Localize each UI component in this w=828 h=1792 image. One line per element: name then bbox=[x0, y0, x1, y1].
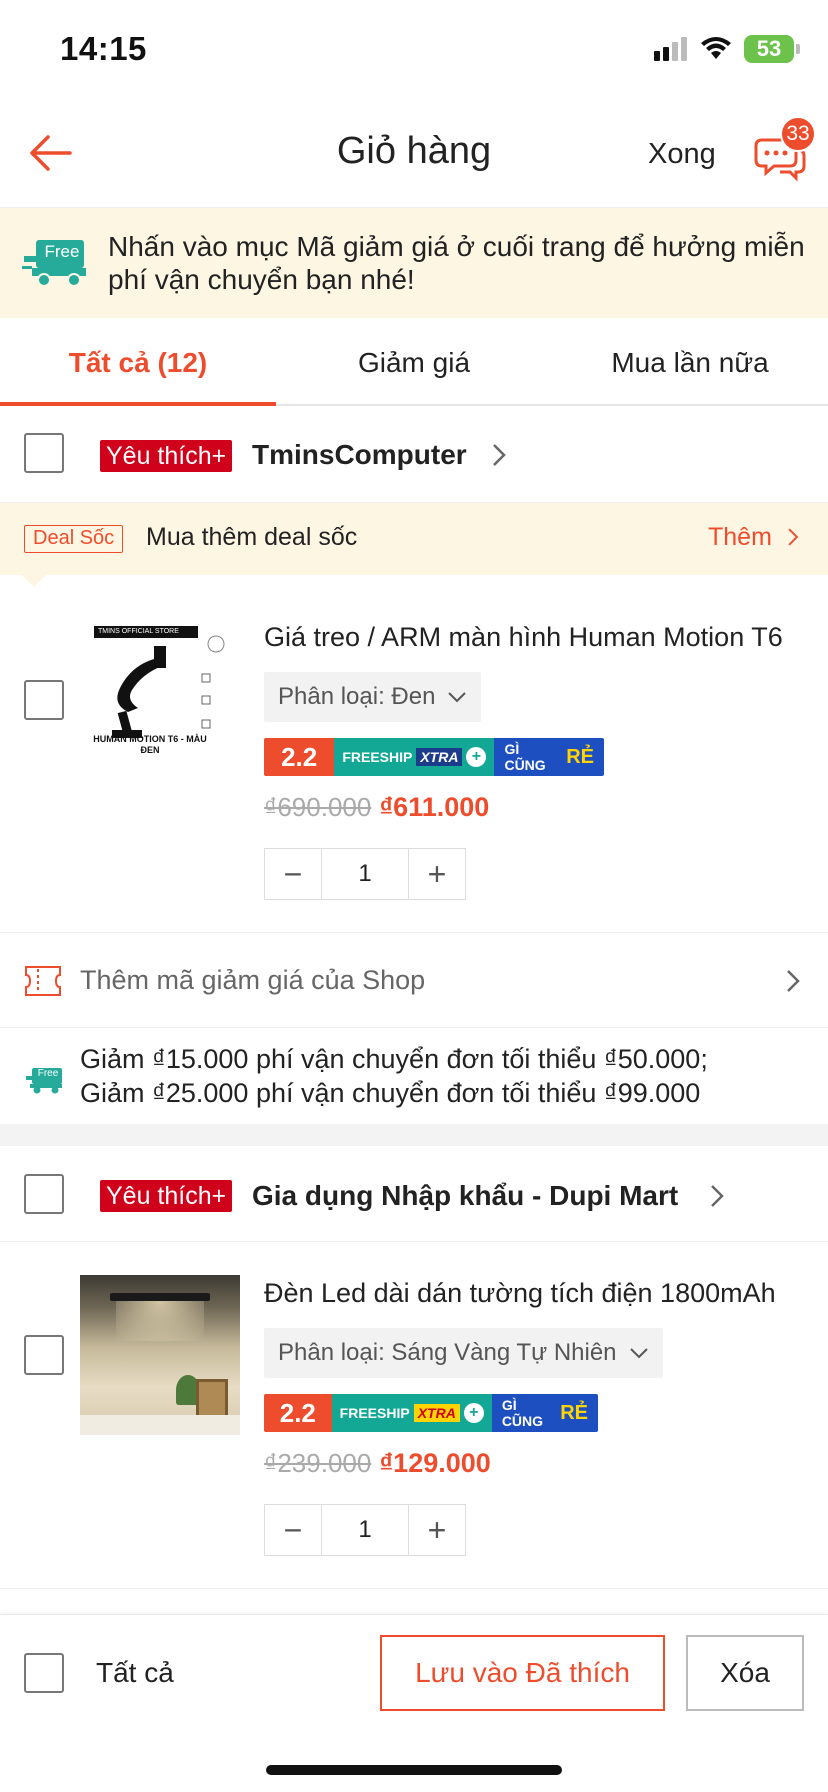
free-shipping-banner[interactable]: Free Nhấn vào mục Mã giảm giá ở cuối tra… bbox=[0, 208, 828, 318]
quantity-stepper: − 1 + bbox=[264, 1504, 466, 1556]
free-badge-text: Free bbox=[37, 1068, 59, 1079]
shop-name[interactable]: Gia dụng Nhập khẩu - Dupi Mart bbox=[252, 1180, 678, 1212]
quantity-value[interactable]: 1 bbox=[321, 849, 409, 899]
plus-icon: + bbox=[466, 747, 487, 767]
quantity-stepper: − 1 + bbox=[264, 848, 466, 900]
price-original: ₫239.000 bbox=[264, 1448, 372, 1478]
status-time: 14:15 bbox=[60, 30, 147, 67]
deal-bar[interactable]: Deal Sốc Mua thêm deal sốc Thêm bbox=[0, 503, 828, 587]
promo-freeship: FREESHIP XTRA + bbox=[331, 1394, 492, 1432]
promo-cheap-word: RẺ bbox=[566, 745, 594, 768]
banner-text: Nhấn vào mục Mã giảm giá ở cuối trang để… bbox=[108, 231, 805, 295]
shop-row[interactable]: Yêu thích+ TminsComputer bbox=[0, 407, 828, 503]
status-icons: 53 bbox=[654, 34, 800, 64]
monitor-arm-illustration bbox=[112, 635, 225, 738]
divider bbox=[0, 1588, 828, 1589]
product-checkbox[interactable] bbox=[24, 680, 64, 720]
shipping-line-2: Giảm ₫25.000 phí vận chuyển đơn tối thiể… bbox=[80, 1078, 701, 1108]
chevron-right-icon[interactable] bbox=[708, 1182, 726, 1210]
price-current: ₫129.000 bbox=[379, 1448, 491, 1478]
tab-discount[interactable]: Giảm giá bbox=[276, 320, 552, 404]
select-all-checkbox[interactable] bbox=[24, 1653, 64, 1693]
free-shipping-truck-icon: Free bbox=[22, 236, 88, 288]
shop-checkbox[interactable] bbox=[24, 1174, 64, 1214]
pointer-notch bbox=[22, 575, 46, 587]
product-checkbox[interactable] bbox=[24, 1335, 64, 1375]
lamp-bar bbox=[110, 1293, 210, 1301]
promo-xtra-label: XTRA bbox=[416, 748, 463, 766]
shop-voucher-row[interactable]: Thêm mã giảm giá của Shop bbox=[0, 932, 828, 1028]
promo-freeship-label: FREESHIP bbox=[342, 749, 413, 765]
chevron-right-icon[interactable] bbox=[784, 967, 802, 995]
chat-badge: 33 bbox=[780, 116, 816, 152]
product-image-caption: HUMAN MOTION T6 - MÀU ĐEN bbox=[93, 734, 207, 755]
price-current: ₫611.000 bbox=[379, 792, 490, 822]
price-row: ₫239.000 ₫129.000 bbox=[264, 1448, 491, 1479]
plus-icon: + bbox=[463, 1403, 484, 1423]
product-name[interactable]: Đèn Led dài dán tường tích điện 1800mAh bbox=[264, 1278, 794, 1309]
shipping-discount-text: Giảm ₫15.000 phí vận chuyển đơn tối thiể… bbox=[80, 1042, 708, 1110]
tab-buy-again[interactable]: Mua lần nữa bbox=[552, 320, 828, 404]
delete-button[interactable]: Xóa bbox=[686, 1635, 804, 1711]
free-shipping-truck-icon: Free bbox=[24, 1066, 64, 1094]
product-image[interactable]: TMINS OFFICIAL STORE HUMAN MOTION T6 - M… bbox=[82, 618, 240, 766]
chevron-right-icon[interactable] bbox=[786, 525, 800, 549]
chevron-down-icon bbox=[629, 1348, 648, 1359]
promo-banner: 2.2 FREESHIP XTRA + GÌ CŨNG RẺ bbox=[264, 1394, 598, 1432]
shipping-discount-row: Free Giảm ₫15.000 phí vận chuyển đơn tối… bbox=[0, 1028, 828, 1124]
save-to-favorites-button[interactable]: Lưu vào Đã thích bbox=[380, 1635, 665, 1711]
battery-icon: 53 bbox=[744, 35, 800, 63]
quantity-value[interactable]: 1 bbox=[321, 1505, 409, 1555]
promo-xtra-label: XTRA bbox=[413, 1404, 460, 1422]
favorite-plus-badge: Yêu thích+ bbox=[100, 440, 233, 472]
lamp-glow bbox=[116, 1301, 204, 1341]
voucher-icon bbox=[25, 966, 61, 996]
decrease-button[interactable]: − bbox=[265, 849, 321, 899]
promo-number: 2.2 bbox=[264, 738, 335, 776]
chevron-right-icon[interactable] bbox=[490, 441, 508, 469]
select-all-label[interactable]: Tất cả bbox=[96, 1657, 174, 1689]
promo-cheap: GÌ CŨNG RẺ bbox=[494, 738, 604, 776]
tab-all[interactable]: Tất cả (12) bbox=[0, 320, 276, 406]
section-divider bbox=[0, 1124, 828, 1146]
header: Giỏ hàng Xong 33 bbox=[0, 100, 828, 208]
shop-checkbox[interactable] bbox=[24, 433, 64, 473]
deal-tag: Deal Sốc bbox=[24, 525, 124, 553]
promo-number: 2.2 bbox=[264, 1394, 332, 1432]
variant-selector[interactable]: Phân loại: Đen bbox=[264, 672, 482, 722]
cart-tabs: Tất cả (12) Giảm giá Mua lần nữa bbox=[0, 320, 828, 406]
favorite-plus-badge: Yêu thích+ bbox=[100, 1180, 233, 1212]
chevron-down-icon bbox=[448, 692, 467, 703]
increase-button[interactable]: + bbox=[409, 849, 465, 899]
variant-label: Phân loại: Đen bbox=[278, 683, 436, 710]
increase-button[interactable]: + bbox=[409, 1505, 465, 1555]
promo-cheap-label: GÌ CŨNG bbox=[504, 741, 546, 773]
price-original: ₫690.000 bbox=[264, 792, 372, 822]
promo-cheap-label: GÌ CŨNG bbox=[501, 1397, 544, 1429]
shop-name[interactable]: TminsComputer bbox=[252, 439, 467, 471]
deal-more-link[interactable]: Thêm bbox=[708, 523, 772, 552]
bottom-action-bar: Tất cả Lưu vào Đã thích Xóa bbox=[0, 1614, 828, 1792]
shipping-line-1: Giảm ₫15.000 phí vận chuyển đơn tối thiể… bbox=[80, 1044, 708, 1074]
free-badge-text: Free bbox=[44, 242, 80, 261]
decrease-button[interactable]: − bbox=[265, 1505, 321, 1555]
promo-freeship: FREESHIP XTRA + bbox=[334, 738, 495, 776]
home-indicator bbox=[266, 1765, 562, 1775]
variant-selector[interactable]: Phân loại: Sáng Vàng Tự Nhiên bbox=[264, 1328, 663, 1378]
promo-cheap-word: RẺ bbox=[560, 1401, 588, 1424]
shop-voucher-label: Thêm mã giảm giá của Shop bbox=[80, 965, 426, 995]
desk-surface bbox=[80, 1415, 240, 1435]
promo-banner: 2.2 FREESHIP XTRA + GÌ CŨNG RẺ bbox=[264, 738, 604, 776]
shop-row[interactable]: Yêu thích+ Gia dụng Nhập khẩu - Dupi Mar… bbox=[0, 1146, 828, 1242]
price-row: ₫690.000 ₫611.000 bbox=[264, 792, 489, 823]
product-image[interactable] bbox=[80, 1275, 240, 1435]
promo-cheap: GÌ CŨNG RẺ bbox=[491, 1394, 598, 1432]
product-name[interactable]: Giá treo / ARM màn hình Human Motion T6 bbox=[264, 622, 794, 653]
promo-freeship-label: FREESHIP bbox=[339, 1405, 410, 1421]
variant-label: Phân loại: Sáng Vàng Tự Nhiên bbox=[278, 1339, 617, 1366]
done-button[interactable]: Xong bbox=[648, 138, 716, 171]
deal-text: Mua thêm deal sốc bbox=[146, 523, 358, 551]
wifi-icon bbox=[701, 37, 731, 59]
signal-icon bbox=[654, 37, 687, 61]
